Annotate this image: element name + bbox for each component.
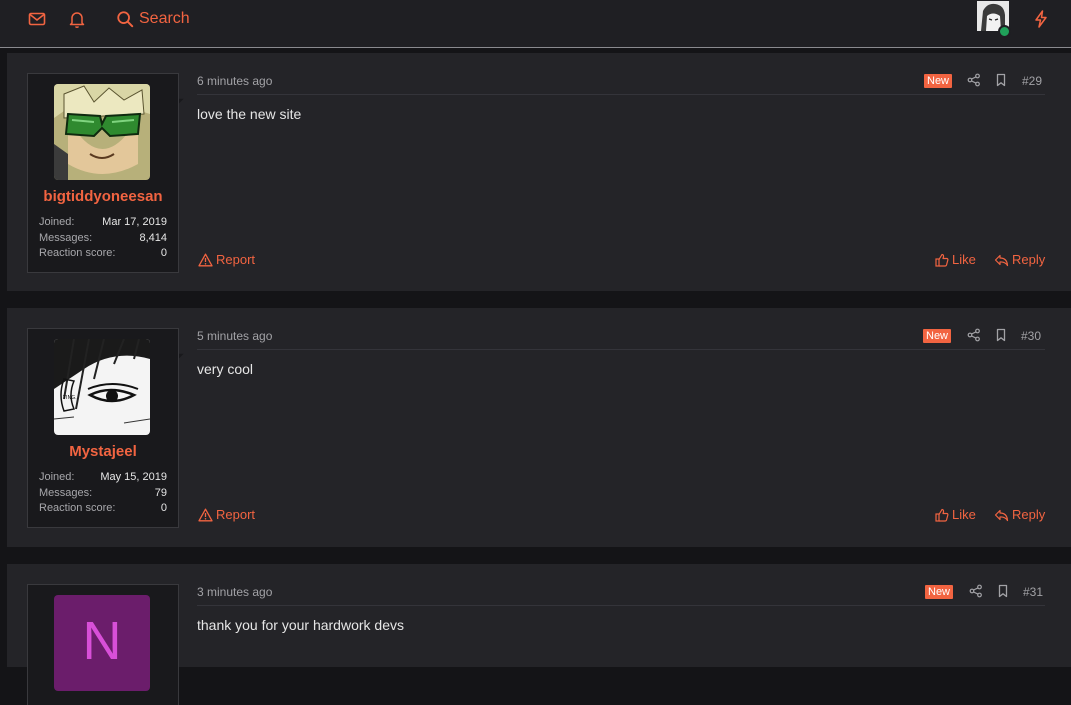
post-time[interactable]: 3 minutes ago — [197, 585, 272, 599]
reply-button[interactable]: Reply — [994, 507, 1045, 522]
user-avatar[interactable] — [54, 84, 150, 180]
post-body: love the new site — [197, 106, 302, 122]
messages-value: 8,414 — [139, 231, 167, 244]
post-number[interactable]: #29 — [1022, 74, 1042, 88]
username[interactable]: bigtiddyoneesan — [28, 188, 178, 205]
share-icon[interactable] — [967, 328, 981, 342]
thumbs-up-icon — [935, 508, 949, 522]
share-icon[interactable] — [967, 73, 981, 87]
like-label: Like — [952, 507, 976, 522]
user-avatar[interactable]: N — [54, 595, 150, 691]
search-icon — [117, 11, 134, 28]
joined-label: Joined: — [39, 216, 75, 228]
share-icon[interactable] — [969, 584, 983, 598]
post-meta: 5 minutes ago New #30 — [197, 328, 1045, 350]
post-number[interactable]: #30 — [1021, 329, 1041, 343]
joined-label: Joined: — [39, 471, 75, 483]
post-time[interactable]: 5 minutes ago — [197, 329, 272, 343]
user-stats: Joined: Mar 17, 2019 Messages: 8,414 React… — [39, 215, 167, 262]
reply-icon — [994, 509, 1009, 521]
messages-label: Messages: — [39, 231, 93, 244]
bell-icon[interactable] — [67, 9, 87, 29]
search-label: Search — [139, 10, 190, 27]
like-button[interactable]: Like — [935, 252, 976, 267]
online-status-indicator — [998, 25, 1011, 38]
post-body: very cool — [197, 361, 254, 377]
new-badge: New — [924, 74, 953, 88]
warning-icon — [198, 253, 213, 266]
user-cell: bigtiddyoneesan Joined: Mar 17, 2019 Mess… — [27, 73, 179, 273]
warning-icon — [198, 508, 213, 521]
user-avatar[interactable]: TING. — [54, 339, 150, 435]
user-cell: TING. Mystajeel Joined: May 15, 2019 Mess… — [27, 328, 179, 528]
username[interactable]: Mystajeel — [28, 443, 178, 460]
post-number[interactable]: #31 — [1023, 585, 1043, 599]
thumbs-up-icon — [935, 253, 949, 267]
reply-button[interactable]: Reply — [994, 252, 1045, 267]
post-time[interactable]: 6 minutes ago — [197, 74, 272, 88]
mail-icon[interactable] — [27, 9, 47, 29]
post-meta: 6 minutes ago New #29 — [197, 73, 1045, 95]
report-button[interactable]: Report — [198, 252, 255, 267]
new-badge: New — [925, 585, 954, 599]
lightning-icon[interactable] — [1031, 9, 1051, 29]
like-label: Like — [952, 252, 976, 267]
like-button[interactable]: Like — [935, 507, 976, 522]
user-avatar-image — [54, 84, 150, 180]
report-label: Report — [216, 507, 256, 522]
joined-value: Mar 17, 2019 — [102, 216, 167, 228]
reply-label: Reply — [1012, 507, 1046, 522]
bookmark-icon[interactable] — [996, 584, 1010, 598]
svg-text:TING.: TING. — [62, 395, 77, 401]
reply-icon — [994, 254, 1009, 266]
user-stats: Joined: May 15, 2019 Messages: 79 Reaction… — [39, 470, 167, 517]
bookmark-icon[interactable] — [994, 328, 1008, 342]
reaction-score-label: Reaction score: — [39, 502, 116, 514]
user-cell: N — [27, 584, 179, 705]
search-button[interactable]: Search — [116, 9, 190, 29]
post-29: bigtiddyoneesan Joined: Mar 17, 2019 Mess… — [7, 53, 1071, 291]
post-31: N 3 minutes ago New #31 thank you for yo… — [7, 564, 1071, 705]
bookmark-icon[interactable] — [994, 73, 1008, 87]
reaction-score-value: 0 — [160, 247, 167, 259]
avatar-letter: N — [82, 611, 122, 671]
user-avatar-image: TING. — [54, 339, 150, 435]
report-button[interactable]: Report — [198, 507, 255, 522]
reaction-score-label: Reaction score: — [39, 247, 116, 259]
reply-label: Reply — [1012, 252, 1046, 267]
post-meta: 3 minutes ago New #31 — [197, 584, 1045, 606]
joined-value: May 15, 2019 — [100, 471, 167, 483]
reaction-score-value: 0 — [160, 502, 167, 514]
messages-value: 79 — [154, 486, 167, 499]
top-bar: Search — [0, 0, 1071, 48]
new-badge: New — [923, 329, 952, 343]
report-label: Report — [216, 252, 256, 267]
messages-label: Messages: — [39, 486, 93, 499]
post-body: thank you for your hardwork devs — [197, 617, 404, 633]
post-30: TING. Mystajeel Joined: May 15, 2019 Mess… — [7, 308, 1071, 547]
